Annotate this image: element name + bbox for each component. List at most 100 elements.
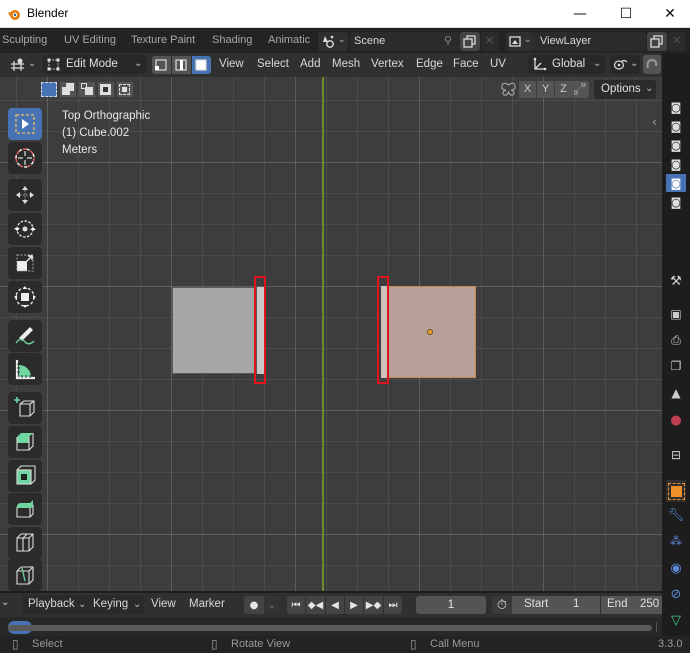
editor-type-button[interactable]: ⌄ [7, 55, 37, 74]
tab-data[interactable]: ▽ [666, 611, 686, 629]
camera-collection-button[interactable]: ◙ [666, 98, 686, 116]
play-button[interactable]: ▶ [345, 596, 363, 614]
view-layer-name-field[interactable]: ViewLayer [534, 32, 646, 51]
prev-keyframe-button[interactable]: ◆◀ [306, 596, 325, 614]
menu-marker[interactable]: Marker [189, 598, 225, 610]
camera-collection-button-active[interactable]: ◙ [666, 174, 686, 192]
tool-cursor[interactable] [8, 142, 42, 174]
timeline-scrollbar[interactable] [8, 625, 652, 631]
start-frame-field[interactable]: Start 1 [512, 596, 600, 614]
sidebar-expand-arrow[interactable]: ‹ [652, 115, 657, 129]
pivot-point-dropdown[interactable]: ⌄ [610, 55, 640, 74]
view-layer-selector-button[interactable]: ⌄ [506, 32, 534, 51]
end-frame-field[interactable]: End 250 [601, 596, 662, 614]
select-invert-button[interactable] [98, 82, 114, 97]
tab-collection[interactable]: ⊟ [666, 446, 686, 464]
pin-icon[interactable]: ⚲ [444, 34, 452, 47]
scene-selector-button[interactable]: ⌄ [318, 32, 348, 51]
record-button[interactable]: ● [244, 596, 264, 614]
menu-mesh[interactable]: Mesh [332, 58, 360, 70]
tool-select-box[interactable] [8, 108, 42, 140]
vertex-select-button[interactable] [152, 56, 171, 74]
delete-view-layer-button[interactable]: ✕ [668, 32, 686, 51]
tool-add-cube[interactable] [8, 392, 42, 424]
select-intersect-button[interactable] [117, 82, 133, 97]
menu-uv[interactable]: UV [490, 58, 506, 70]
camera-collection-button[interactable]: ◙ [666, 155, 686, 173]
delete-scene-button[interactable]: ✕ [481, 32, 499, 51]
camera-collection-button[interactable]: ◙ [666, 117, 686, 135]
minimize-button[interactable]: — [558, 0, 602, 28]
tab-modifiers[interactable]: 🔧︎ [666, 506, 686, 524]
tab-physics[interactable]: ◉ [666, 559, 686, 577]
tool-knife[interactable] [8, 559, 42, 591]
timeline-area[interactable] [0, 617, 662, 636]
mirror-x-toggle[interactable]: X [519, 81, 536, 98]
mirror-z-toggle[interactable]: Z [555, 81, 572, 98]
3d-viewport[interactable]: X Y Z Options ⌄ ‹ Top Orthographic (1) C… [0, 77, 662, 591]
select-new-button[interactable] [41, 82, 57, 97]
menu-keying[interactable]: Keying [93, 598, 128, 610]
editor-type-chevron[interactable]: ⌄ [1, 597, 9, 608]
mirror-y-toggle[interactable]: Y [537, 81, 554, 98]
menu-add[interactable]: Add [300, 58, 320, 70]
tool-annotate[interactable] [8, 320, 42, 352]
edge-select-button[interactable] [172, 56, 191, 74]
camera-collection-button[interactable]: ◙ [666, 193, 686, 211]
tab-sculpting[interactable]: Sculpting [2, 34, 47, 46]
tab-texture-paint[interactable]: Texture Paint [131, 34, 195, 46]
new-scene-button[interactable] [460, 32, 480, 51]
face-select-button[interactable] [192, 56, 211, 74]
tab-shading[interactable]: Shading [212, 34, 252, 46]
scene-name-field[interactable]: Scene ⚲ [350, 32, 460, 51]
close-button[interactable]: ✕ [648, 0, 690, 28]
tool-transform[interactable] [8, 281, 42, 313]
tool-extrude-region[interactable] [8, 426, 42, 458]
mode-dropdown[interactable]: Edit Mode ⌄ [43, 55, 146, 74]
tab-scene[interactable]: ▲ [666, 384, 686, 402]
maximize-button[interactable]: ☐ [604, 0, 648, 28]
play-reverse-button[interactable]: ◀ [326, 596, 344, 614]
preview-range-toggle[interactable]: ⏱ [492, 596, 512, 614]
select-subtract-button[interactable] [79, 82, 95, 97]
cube-object-unselected[interactable] [172, 287, 257, 374]
tab-uv-editing[interactable]: UV Editing [64, 34, 116, 46]
tab-tool[interactable]: ⚒ [666, 272, 686, 290]
select-extend-button[interactable] [60, 82, 76, 97]
camera-collection-button[interactable]: ◙ [666, 136, 686, 154]
menu-playback[interactable]: Playback [28, 598, 75, 610]
tool-measure[interactable] [8, 353, 42, 385]
tool-rotate[interactable] [8, 213, 42, 245]
menu-view[interactable]: View [219, 58, 244, 70]
current-frame-field[interactable]: 1 [416, 596, 486, 614]
transform-orientation-dropdown[interactable]: Global ⌄ [528, 55, 605, 74]
tab-render[interactable]: ▣ [666, 305, 686, 323]
snap-toggle[interactable] [643, 55, 661, 74]
tab-object[interactable] [666, 480, 686, 502]
menu-edge[interactable]: Edge [416, 58, 443, 70]
menu-select[interactable]: Select [257, 58, 289, 70]
menu-vertex[interactable]: Vertex [371, 58, 404, 70]
tool-loop-cut[interactable] [8, 527, 42, 559]
jump-start-button[interactable]: ⏮ [287, 596, 305, 614]
next-keyframe-button[interactable]: ▶◆ [364, 596, 383, 614]
options-dropdown[interactable]: Options ⌄ [594, 80, 656, 99]
mode-label: Edit Mode [66, 58, 118, 70]
new-view-layer-button[interactable] [647, 32, 667, 51]
menu-timeline-view[interactable]: View [151, 598, 176, 610]
tool-inset-faces[interactable] [8, 460, 42, 492]
tool-bevel[interactable] [8, 493, 42, 525]
constraints-icon: ⊘ [670, 586, 682, 602]
tab-constraints[interactable]: ⊘ [666, 585, 686, 603]
tab-view-layer[interactable]: ❐ [666, 357, 686, 375]
jump-end-button[interactable]: ⏭ [384, 596, 402, 614]
tab-world[interactable]: ● [666, 411, 686, 429]
tab-particles[interactable]: ⁂ [666, 532, 686, 550]
tool-move[interactable] [8, 179, 42, 211]
record-options-button[interactable]: ⌄ [264, 596, 280, 614]
tab-animatic[interactable]: Animatic [268, 34, 310, 46]
auto-merge-toggle[interactable] [571, 81, 589, 98]
tab-output[interactable]: ⎙ [666, 331, 686, 349]
tool-scale[interactable] [8, 247, 42, 279]
menu-face[interactable]: Face [453, 58, 479, 70]
